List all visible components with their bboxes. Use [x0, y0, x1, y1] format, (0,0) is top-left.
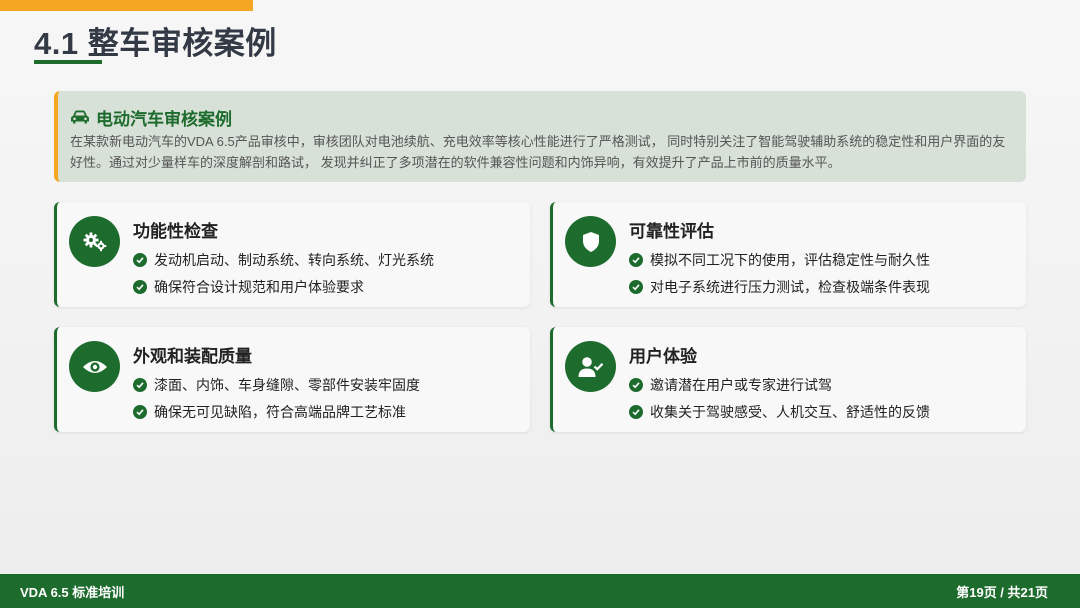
- card-title: 用户体验: [629, 347, 697, 366]
- footer-page-number: 第19页 / 共21页: [956, 584, 1048, 600]
- list-item: 确保符合设计规范和用户体验要求: [133, 273, 434, 300]
- list-item-text: 确保无可见缺陷，符合高端品牌工艺标准: [154, 403, 406, 420]
- card-list: 邀请潜在用户或专家进行试驾 收集关于驾驶感受、人机交互、舒适性的反馈: [629, 371, 930, 425]
- card-user-experience: 用户体验 邀请潜在用户或专家进行试驾 收集关于驾驶感受、人机交互、舒适性的反馈: [550, 327, 1026, 432]
- list-item-text: 邀请潜在用户或专家进行试驾: [650, 376, 832, 393]
- shield-icon: [565, 216, 616, 267]
- footer-course-title: VDA 6.5 标准培训: [20, 584, 125, 600]
- intro-text: 在某款新电动汽车的VDA 6.5产品审核中，审核团队对电池续航、充电效率等核心性…: [70, 134, 1006, 170]
- gears-icon: [69, 216, 120, 267]
- list-item: 收集关于驾驶感受、人机交互、舒适性的反馈: [629, 398, 930, 425]
- title-underline: [34, 60, 102, 64]
- card-list: 发动机启动、制动系统、转向系统、灯光系统 确保符合设计规范和用户体验要求: [133, 246, 434, 300]
- car-icon: [70, 109, 90, 125]
- card-title: 外观和装配质量: [133, 347, 252, 366]
- card-list: 模拟不同工况下的使用，评估稳定性与耐久性 对电子系统进行压力测试，检查极端条件表…: [629, 246, 930, 300]
- check-circle-icon: [133, 279, 147, 294]
- check-circle-icon: [629, 279, 643, 294]
- eye-icon: [69, 341, 120, 392]
- user-check-icon: [565, 341, 616, 392]
- check-circle-icon: [133, 404, 147, 419]
- card-title: 功能性检查: [133, 222, 218, 241]
- top-accent-bar: [0, 0, 253, 11]
- card-title: 可靠性评估: [629, 222, 714, 241]
- check-circle-icon: [133, 252, 147, 267]
- list-item-text: 收集关于驾驶感受、人机交互、舒适性的反馈: [650, 403, 930, 420]
- page-title: 4.1 整车审核案例: [34, 26, 277, 61]
- check-circle-icon: [133, 377, 147, 392]
- intro-box: 电动汽车审核案例 在某款新电动汽车的VDA 6.5产品审核中，审核团队对电池续航…: [54, 91, 1026, 182]
- card-appearance-assembly: 外观和装配质量 漆面、内饰、车身缝隙、零部件安装牢固度 确保无可见缺陷，符合高端…: [54, 327, 530, 432]
- list-item: 模拟不同工况下的使用，评估稳定性与耐久性: [629, 246, 930, 273]
- list-item: 邀请潜在用户或专家进行试驾: [629, 371, 930, 398]
- intro-title: 电动汽车审核案例: [96, 109, 232, 129]
- intro-header: 电动汽车审核案例: [70, 105, 1012, 129]
- list-item: 发动机启动、制动系统、转向系统、灯光系统: [133, 246, 434, 273]
- list-item-text: 发动机启动、制动系统、转向系统、灯光系统: [154, 251, 434, 268]
- list-item-text: 确保符合设计规范和用户体验要求: [154, 278, 364, 295]
- list-item: 对电子系统进行压力测试，检查极端条件表现: [629, 273, 930, 300]
- card-functional-check: 功能性检查 发动机启动、制动系统、转向系统、灯光系统 确保符合设计规范和用户体验…: [54, 202, 530, 307]
- list-item: 漆面、内饰、车身缝隙、零部件安装牢固度: [133, 371, 420, 398]
- check-circle-icon: [629, 377, 643, 392]
- card-reliability: 可靠性评估 模拟不同工况下的使用，评估稳定性与耐久性 对电子系统进行压力测试，检…: [550, 202, 1026, 307]
- list-item-text: 对电子系统进行压力测试，检查极端条件表现: [650, 278, 930, 295]
- footer-bar: VDA 6.5 标准培训 第19页 / 共21页: [0, 574, 1080, 608]
- list-item: 确保无可见缺陷，符合高端品牌工艺标准: [133, 398, 420, 425]
- list-item-text: 模拟不同工况下的使用，评估稳定性与耐久性: [650, 251, 930, 268]
- check-circle-icon: [629, 252, 643, 267]
- list-item-text: 漆面、内饰、车身缝隙、零部件安装牢固度: [154, 376, 420, 393]
- card-list: 漆面、内饰、车身缝隙、零部件安装牢固度 确保无可见缺陷，符合高端品牌工艺标准: [133, 371, 420, 425]
- check-circle-icon: [629, 404, 643, 419]
